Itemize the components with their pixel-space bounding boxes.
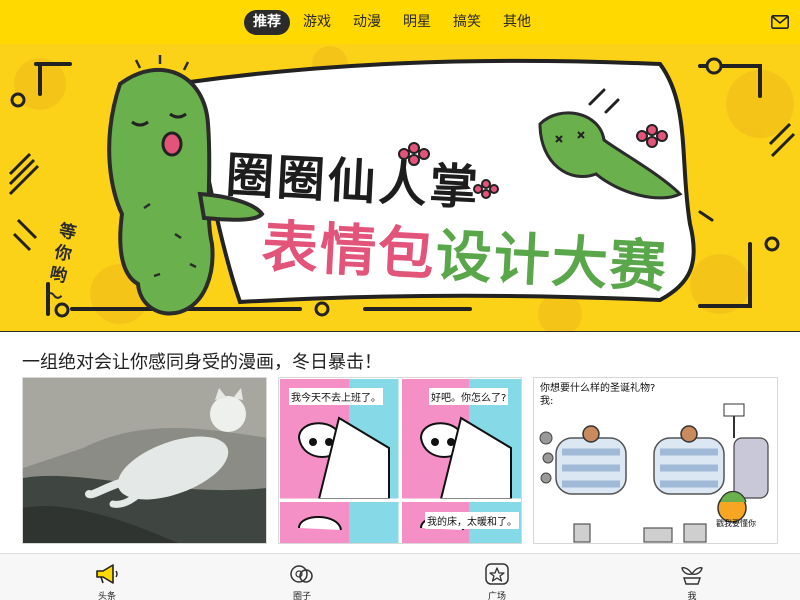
nav-label-headlines: 头条 (97, 592, 116, 600)
comic-caption: 戳我要懂你 (716, 519, 756, 528)
banner-title-part-b: 设计大赛 (434, 223, 670, 301)
category-tabs: 推荐 游戏 动漫 明星 搞笑 其他 (244, 10, 544, 35)
bottom-nav: 头条 圈子 广场 我 (0, 553, 800, 600)
tab-stars[interactable]: 明星 (394, 10, 440, 35)
nav-item-circles[interactable]: 圈子 (262, 554, 342, 600)
article-title[interactable]: 一组绝对会让你感同身受的漫画，冬日暴击！ (22, 348, 382, 374)
thumbnail-comic-bed[interactable]: 我今天不去上班了。 好吧。你怎么了? 我的床，太暖和了。 (278, 377, 522, 544)
comic-bubble-3: 我的床，太暖和了。 (425, 512, 519, 529)
nav-label-me: 我 (687, 592, 697, 600)
comic-question-line: 你想要什么样的圣诞礼物? (540, 383, 656, 394)
tab-anime[interactable]: 动漫 (344, 10, 390, 35)
mail-icon[interactable] (771, 15, 789, 29)
thumbnail-comic-christmas[interactable]: 你想要什么样的圣诞礼物? 我: 戳我要懂你 (533, 377, 778, 544)
nav-item-headlines[interactable]: 头条 (67, 554, 147, 600)
tab-recommend[interactable]: 推荐 (244, 10, 290, 35)
sprout-icon (681, 567, 703, 585)
nav-label-plaza: 广场 (487, 592, 506, 600)
star-icon (485, 563, 509, 585)
comic-question: 你想要什么样的圣诞礼物? 我: (540, 382, 655, 408)
comic-bubble-1: 我今天不去上班了。 (289, 388, 383, 405)
nav-item-plaza[interactable]: 广场 (457, 554, 537, 600)
comic-bubble-2: 好吧。你怎么了? (429, 388, 509, 405)
comic-answer-line: 我: (540, 396, 554, 407)
nav-label-circles: 圈子 (292, 592, 311, 600)
tab-other[interactable]: 其他 (494, 10, 540, 35)
promo-banner[interactable]: 圈圈仙人掌 表情包设计大赛 等你哟～ (0, 44, 800, 332)
tab-funny[interactable]: 搞笑 (444, 10, 490, 35)
cat-photo-image (23, 378, 266, 543)
thumbnail-cat-photo[interactable] (22, 377, 267, 544)
megaphone-icon (96, 564, 118, 584)
banner-title-part-a: 表情包 (260, 214, 438, 289)
circles-icon (290, 565, 313, 583)
nav-item-me[interactable]: 我 (652, 554, 732, 600)
tab-games[interactable]: 游戏 (294, 10, 340, 35)
top-bar: 推荐 游戏 动漫 明星 搞笑 其他 (0, 0, 800, 44)
